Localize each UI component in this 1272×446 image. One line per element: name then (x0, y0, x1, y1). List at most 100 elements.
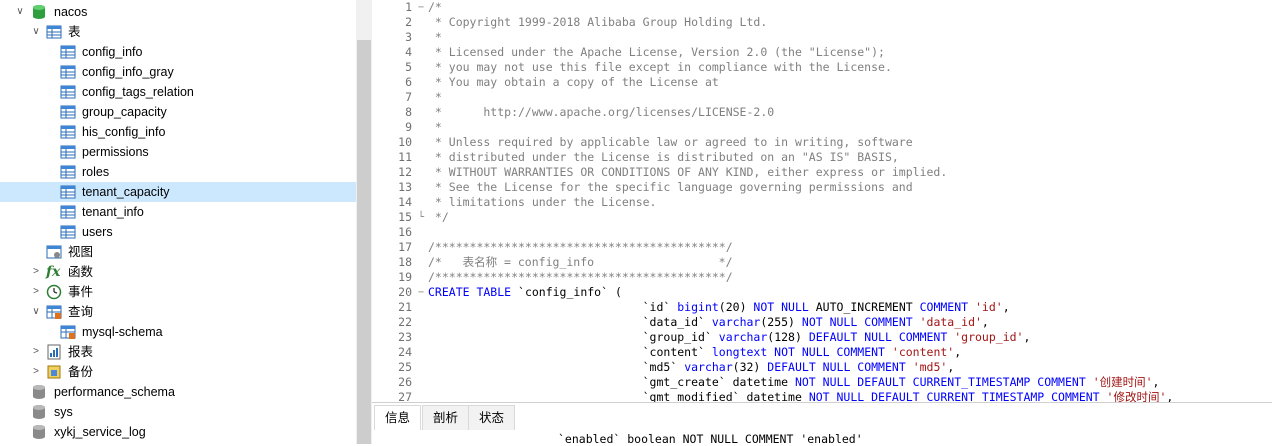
chevron-down-icon[interactable]: ∨ (30, 22, 42, 42)
tree-table-item[interactable]: config_tags_relation (0, 82, 356, 102)
line-number: 6 (405, 75, 412, 89)
tree-db-label: nacos (54, 5, 88, 19)
chevron-down-icon[interactable]: ∨ (30, 302, 42, 322)
backup-icon (47, 365, 61, 379)
line-number: 5 (405, 60, 412, 74)
line-number: 1 (405, 0, 412, 14)
line-number: 4 (405, 45, 412, 59)
tree-table-item[interactable]: config_info (0, 42, 356, 62)
table-icon (60, 105, 76, 119)
line-number: 18 (398, 255, 412, 269)
table-label: permissions (82, 145, 149, 159)
line-number: 16 (398, 225, 412, 239)
function-icon: fx (46, 264, 61, 280)
code-line: * (428, 90, 442, 104)
code-line: `group_id` varchar(128) DEFAULT NULL COM… (428, 330, 1031, 344)
bottom-tab-bar: 信息 剖析 状态 (372, 402, 1272, 430)
tree-table-item[interactable]: tenant_info (0, 202, 356, 222)
code-line: `gmt_create` datetime NOT NULL DEFAULT C… (428, 375, 1160, 389)
database-gray-icon (33, 425, 45, 439)
code-line: */ (428, 210, 449, 224)
chevron-right-icon[interactable]: > (30, 362, 42, 382)
fold-marker-icon[interactable]: − (418, 285, 428, 300)
query-icon (46, 305, 62, 319)
tree-table-item-selected[interactable]: tenant_capacity (0, 182, 356, 202)
table-icon (60, 145, 76, 159)
table-label: config_info (82, 45, 143, 59)
tree-db-item[interactable]: performance_schema (0, 382, 356, 402)
tree-table-item[interactable]: config_info_gray (0, 62, 356, 82)
tree-folder-label: 事件 (68, 285, 94, 299)
tree-folder-views[interactable]: 视图 (0, 242, 356, 262)
tree-folder-backup[interactable]: > 备份 (0, 362, 356, 382)
fold-end-icon: └ (418, 212, 425, 223)
object-tree: ∨ nacos ∨ 表 config_info config_info_gray… (0, 0, 356, 444)
tree-folder-label: 报表 (68, 345, 94, 359)
tree-db-item[interactable]: xykj_service_log (0, 422, 356, 442)
code-line: /***************************************… (428, 270, 733, 284)
line-number: 17 (398, 240, 412, 254)
tree-table-item[interactable]: roles (0, 162, 356, 182)
tree-db-nacos[interactable]: ∨ nacos (0, 2, 356, 22)
code-line: * WITHOUT WARRANTIES OR CONDITIONS OF AN… (428, 165, 948, 179)
tree-folder-label: 表 (68, 25, 81, 39)
line-number: 10 (398, 135, 412, 149)
tree-table-item[interactable]: group_capacity (0, 102, 356, 122)
tree-folder-events[interactable]: > 事件 (0, 282, 356, 302)
code-line: * Licensed under the Apache License, Ver… (428, 45, 885, 59)
tab-info[interactable]: 信息 (374, 405, 422, 430)
tree-folder-reports[interactable]: > 报表 (0, 342, 356, 362)
tree-folder-label: 函数 (68, 265, 94, 279)
tree-table-item[interactable]: users (0, 222, 356, 242)
line-number: 22 (398, 315, 412, 329)
line-number: 23 (398, 330, 412, 344)
code-line: `data_id` varchar(255) NOT NULL COMMENT … (428, 315, 989, 329)
chevron-right-icon[interactable]: > (30, 262, 42, 282)
table-icon (60, 125, 76, 139)
tree-table-item[interactable]: permissions (0, 142, 356, 162)
table-label: users (82, 225, 113, 239)
tree-folder-label: 视图 (68, 245, 94, 259)
tree-db-label: performance_schema (54, 385, 175, 399)
code-line: * Unless required by applicable law or a… (428, 135, 913, 149)
tree-db-label: xykj_service_log (54, 425, 146, 439)
table-icon (60, 45, 76, 59)
code-line: * Copyright 1999-2018 Alibaba Group Hold… (428, 15, 768, 29)
view-icon (46, 245, 62, 259)
code-line: /***************************************… (428, 240, 733, 254)
line-number: 7 (405, 90, 412, 104)
database-gray-icon (33, 405, 45, 419)
chevron-right-icon[interactable]: > (30, 342, 42, 362)
table-icon (60, 65, 76, 79)
tree-db-item[interactable]: sys (0, 402, 356, 422)
tree-table-item[interactable]: his_config_info (0, 122, 356, 142)
table-icon (60, 85, 76, 99)
line-number: 11 (398, 150, 412, 164)
database-gray-icon (33, 385, 45, 399)
code-line: * See the License for the specific langu… (428, 180, 913, 194)
tree-folder-functions[interactable]: > fx 函数 (0, 262, 356, 282)
tree-query-item[interactable]: mysql-schema (0, 322, 356, 342)
line-number: 15 (398, 210, 412, 224)
sidebar-scrollbar[interactable] (356, 0, 372, 444)
report-icon (47, 344, 61, 360)
table-icon (60, 205, 76, 219)
line-number: 14 (398, 195, 412, 209)
table-label: config_tags_relation (82, 85, 194, 99)
query-label: mysql-schema (82, 325, 163, 339)
tab-status[interactable]: 状态 (468, 405, 516, 430)
code-line: * (428, 30, 442, 44)
table-folder-icon (46, 25, 62, 39)
table-label: his_config_info (82, 125, 166, 139)
tree-folder-tables[interactable]: ∨ 表 (0, 22, 356, 42)
fold-marker-icon[interactable]: − (418, 0, 428, 15)
chevron-down-icon[interactable]: ∨ (14, 2, 26, 22)
scrollbar-thumb[interactable] (357, 40, 371, 444)
code-line: * distributed under the License is distr… (428, 150, 899, 164)
code-line: /* (428, 0, 442, 14)
code-line: `content` longtext NOT NULL COMMENT 'con… (428, 345, 962, 359)
tree-folder-queries[interactable]: ∨ 查询 (0, 302, 356, 322)
chevron-right-icon[interactable]: > (30, 282, 42, 302)
tab-profile[interactable]: 剖析 (422, 405, 470, 430)
code-line: * (428, 120, 442, 134)
